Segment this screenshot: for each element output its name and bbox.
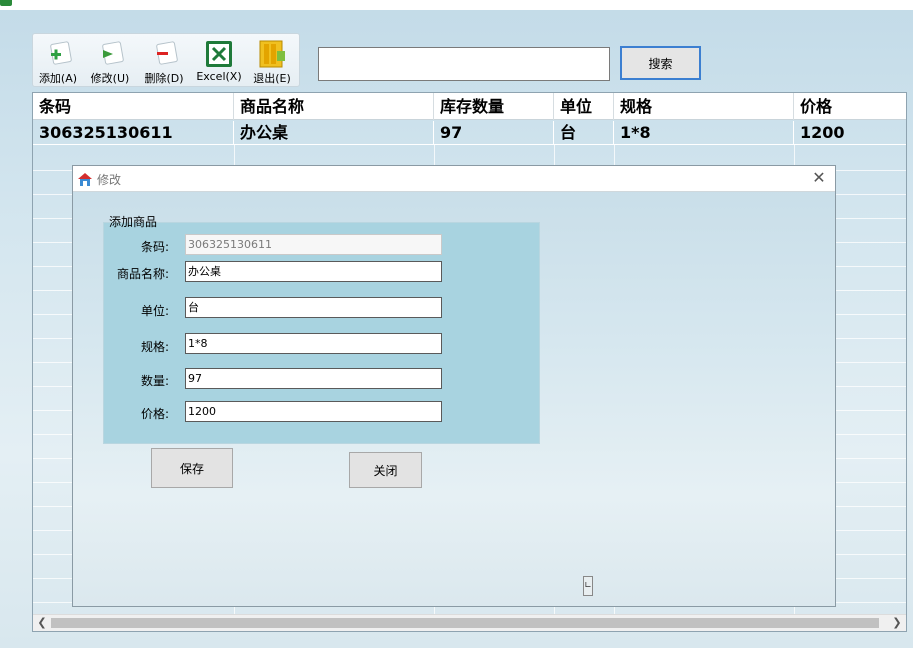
edit-dialog: 修改 ✕ 添加商品 条码: 306325130611 商品名称: 办公桌 单位:… xyxy=(72,165,836,607)
spec-label: 规格: xyxy=(140,340,169,354)
scroll-left-icon[interactable]: ❮ xyxy=(34,616,50,630)
excel-button[interactable]: Excel(X) xyxy=(193,36,245,86)
price-field[interactable]: 1200 xyxy=(185,401,442,422)
dialog-title: 修改 xyxy=(97,173,122,187)
table-row[interactable]: 306325130611 办公桌 97 台 1*8 1200 xyxy=(33,121,906,145)
add-label: 添加(A) xyxy=(38,72,78,85)
cell-barcode[interactable]: 306325130611 xyxy=(33,121,234,145)
close-icon[interactable]: ✕ xyxy=(811,169,827,187)
window-titlebar xyxy=(0,0,913,10)
column-header-unit[interactable]: 单位 xyxy=(554,93,614,120)
add-icon xyxy=(50,41,72,65)
grid-header: 条码 商品名称 库存数量 单位 规格 价格 xyxy=(33,93,906,120)
column-header-price[interactable]: 价格 xyxy=(794,93,906,120)
cell-name[interactable]: 办公桌 xyxy=(234,121,434,145)
spec-field[interactable]: 1*8 xyxy=(185,333,442,354)
close-button[interactable]: 关闭 xyxy=(349,452,422,488)
toolbar: 添加(A) 修改(U) 删除(D) Excel(X) 退出(E) xyxy=(32,33,300,87)
excel-label: Excel(X) xyxy=(196,70,242,83)
column-header-barcode[interactable]: 条码 xyxy=(33,93,234,120)
unit-field[interactable]: 台 xyxy=(185,297,442,318)
unit-label: 单位: xyxy=(140,304,169,318)
quantity-field[interactable]: 97 xyxy=(185,368,442,389)
cell-unit[interactable]: 台 xyxy=(554,121,614,145)
column-header-name[interactable]: 商品名称 xyxy=(234,93,434,120)
name-field[interactable]: 办公桌 xyxy=(185,261,442,282)
edit-button[interactable]: 修改(U) xyxy=(85,36,135,86)
resize-grip-icon[interactable]: ∟ xyxy=(583,576,593,596)
delete-icon xyxy=(156,41,178,65)
cell-price[interactable]: 1200 xyxy=(794,121,906,145)
add-button[interactable]: 添加(A) xyxy=(35,36,81,86)
scrollbar-thumb[interactable] xyxy=(51,618,879,628)
edit-label: 修改(U) xyxy=(90,72,130,85)
dialog-icon xyxy=(78,173,92,186)
column-header-spec[interactable]: 规格 xyxy=(614,93,794,120)
exit-button[interactable]: 退出(E) xyxy=(247,36,297,86)
name-label: 商品名称: xyxy=(116,267,169,281)
search-input[interactable] xyxy=(318,47,610,81)
app-icon xyxy=(0,0,12,6)
barcode-field[interactable]: 306325130611 xyxy=(185,234,442,255)
exit-label: 退出(E) xyxy=(253,72,291,85)
dialog-titlebar: 修改 ✕ xyxy=(73,166,835,192)
groupbox-title: 添加商品 xyxy=(109,215,158,229)
quantity-label: 数量: xyxy=(140,374,169,388)
exit-icon xyxy=(259,40,285,68)
horizontal-scrollbar[interactable]: ❮ ❯ xyxy=(33,614,906,631)
column-header-stock[interactable]: 库存数量 xyxy=(434,93,554,120)
save-button[interactable]: 保存 xyxy=(151,448,233,488)
cell-stock[interactable]: 97 xyxy=(434,121,554,145)
delete-button[interactable]: 删除(D) xyxy=(139,36,189,86)
delete-label: 删除(D) xyxy=(144,72,184,85)
edit-icon xyxy=(102,41,124,65)
cell-spec[interactable]: 1*8 xyxy=(614,121,794,145)
barcode-label: 条码: xyxy=(140,240,169,254)
scroll-right-icon[interactable]: ❯ xyxy=(889,616,905,630)
excel-icon xyxy=(206,41,232,67)
search-button[interactable]: 搜索 xyxy=(620,46,701,80)
price-label: 价格: xyxy=(140,407,169,421)
